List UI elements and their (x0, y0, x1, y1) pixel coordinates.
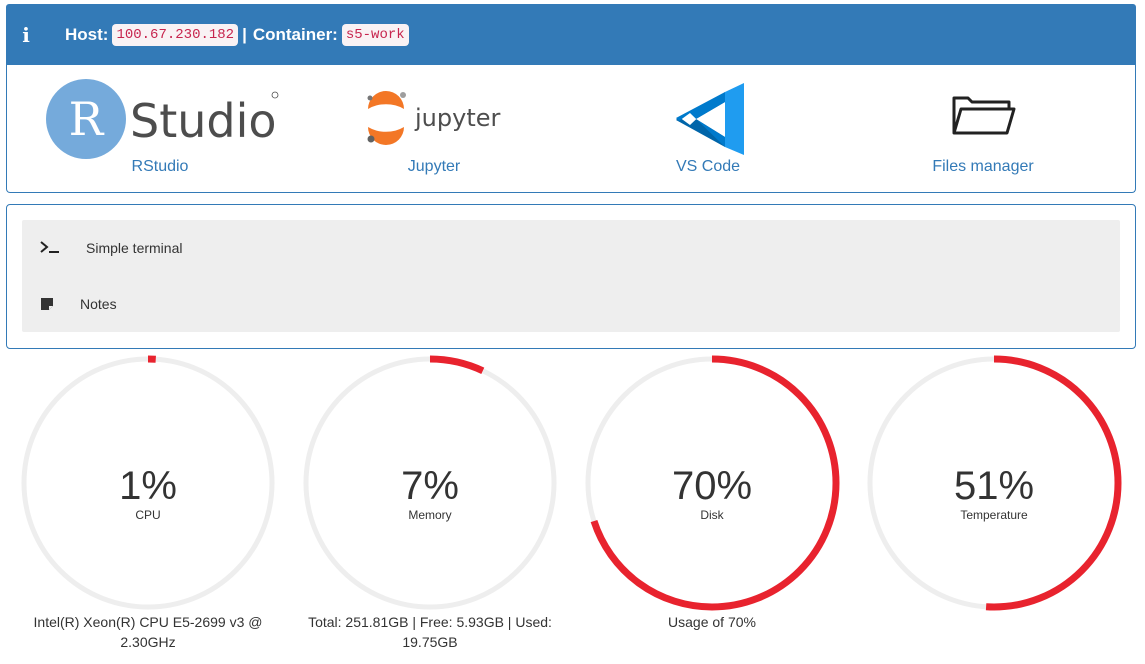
info-icon: i (22, 22, 30, 47)
app-link-files-manager[interactable]: Files manager (853, 65, 1113, 192)
tool-item-simple-terminal[interactable]: Simple terminal (22, 233, 1120, 263)
jupyter-logo-word: jupyter (414, 104, 500, 132)
tools-list: Simple terminal Notes (22, 220, 1120, 332)
vscode-logo (578, 75, 838, 165)
gauge-label-memory: Memory (408, 508, 452, 522)
tool-item-notes[interactable]: Notes (22, 289, 1120, 319)
host-value: 100.67.230.182 (112, 23, 239, 46)
gauge-label-cpu: CPU (135, 508, 161, 522)
gauge-value-memory: 7% (401, 464, 459, 508)
gauge-label-temperature: Temperature (960, 508, 1028, 522)
tools-panel: Simple terminal Notes (6, 204, 1136, 349)
app-link-rstudio[interactable]: R Studio RStudio (30, 65, 290, 192)
rstudio-logo: R Studio (30, 75, 290, 165)
apps-panel: R Studio RStudio jupyter Jupyter VS Code… (6, 65, 1136, 193)
app-link-jupyter[interactable]: jupyter Jupyter (304, 65, 564, 192)
gauge-description-memory: Total: 251.81GB | Free: 5.93GB | Used: 1… (308, 614, 552, 650)
header-separator: | (242, 24, 247, 44)
gauge-label-disk: Disk (700, 508, 724, 522)
tool-label-simple-terminal: Simple terminal (86, 240, 183, 256)
host-label: Host: (65, 24, 109, 44)
rstudio-logo-word: Studio (130, 94, 277, 148)
app-label-files-manager: Files manager (932, 158, 1034, 175)
gauge-description-cpu: Intel(R) Xeon(R) CPU E5-2699 v3 @ 2.30GH… (33, 614, 263, 650)
app-label-rstudio: RStudio (131, 158, 189, 175)
tool-label-notes: Notes (80, 296, 117, 312)
app-label-jupyter: Jupyter (407, 158, 461, 175)
note-icon (40, 297, 54, 316)
terminal-icon (40, 239, 60, 260)
container-value: s5-work (341, 23, 409, 46)
gauge-description-disk: Usage of 70% (668, 614, 756, 630)
gauge-value-disk: 70% (671, 464, 753, 508)
container-label: Container: (252, 24, 338, 44)
app-label-vscode: VS Code (675, 158, 741, 175)
gauge-value-cpu: 1% (119, 464, 177, 508)
jupyter-logo: jupyter (304, 75, 564, 165)
app-link-vscode[interactable]: VS Code (578, 65, 838, 192)
info-header: i Host: 100.67.230.182 | Container: s5-w… (6, 4, 1136, 65)
rstudio-logo-letter: R (69, 92, 105, 146)
folder-icon (853, 75, 1113, 165)
gauge-value-temperature: 51% (953, 464, 1035, 508)
